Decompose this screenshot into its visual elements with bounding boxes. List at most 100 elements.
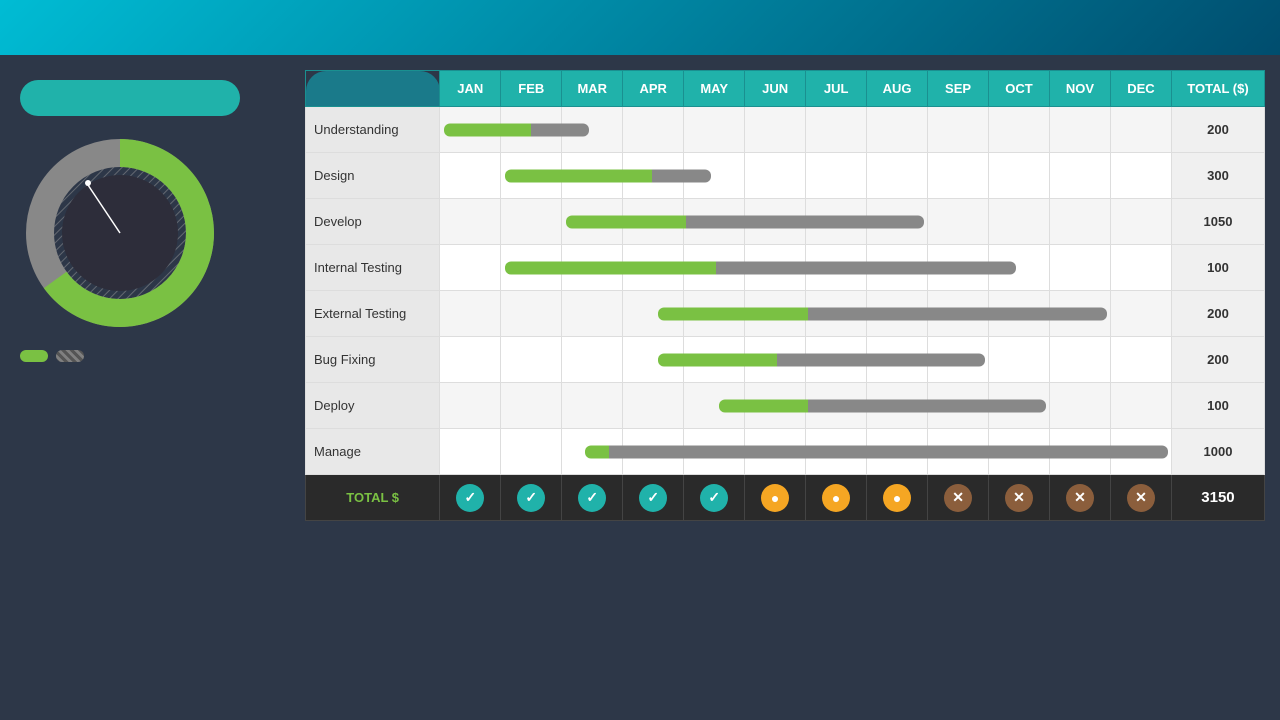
row-label: Deploy xyxy=(306,383,440,429)
month-cell-4 xyxy=(684,199,745,245)
month-cell-1 xyxy=(501,337,562,383)
gantt-row: External Testing200 xyxy=(306,291,1265,337)
month-cell-3 xyxy=(623,429,684,475)
progress-bar-top xyxy=(20,80,240,116)
row-total: 1000 xyxy=(1171,429,1264,475)
month-cell-7 xyxy=(867,107,928,153)
month-cell-7 xyxy=(867,383,928,429)
total-label: TOTAL $ xyxy=(306,475,440,521)
donut-chart xyxy=(20,133,220,333)
icon-circle-teal: ✓ xyxy=(578,484,606,512)
footer-icon-9: ✕ xyxy=(989,475,1050,521)
gantt-table: JAN FEB MAR APR MAY JUN JUL AUG SEP OCT … xyxy=(305,70,1265,521)
icon-circle-teal: ✓ xyxy=(700,484,728,512)
month-cell-11 xyxy=(1110,291,1171,337)
month-cell-1 xyxy=(501,429,562,475)
row-label: Design xyxy=(306,153,440,199)
month-cell-6 xyxy=(806,291,867,337)
month-cell-1 xyxy=(501,199,562,245)
month-cell-5 xyxy=(745,245,806,291)
icon-circle-brown: ✕ xyxy=(944,484,972,512)
total-row: TOTAL $✓✓✓✓✓●●●✕✕✕✕3150 xyxy=(306,475,1265,521)
month-cell-3 xyxy=(623,153,684,199)
month-cell-9 xyxy=(989,337,1050,383)
month-cell-6 xyxy=(806,337,867,383)
month-cell-3 xyxy=(623,199,684,245)
month-cell-4 xyxy=(684,153,745,199)
month-cell-8 xyxy=(928,291,989,337)
row-label: Understanding xyxy=(306,107,440,153)
row-label: Develop xyxy=(306,199,440,245)
month-cell-3 xyxy=(623,107,684,153)
row-label: Internal Testing xyxy=(306,245,440,291)
month-cell-9 xyxy=(989,291,1050,337)
month-oct: OCT xyxy=(989,71,1050,107)
month-cell-5 xyxy=(745,337,806,383)
year-header xyxy=(306,71,440,107)
left-panel xyxy=(20,70,285,705)
icon-circle-orange: ● xyxy=(761,484,789,512)
month-cell-9 xyxy=(989,153,1050,199)
month-cell-2 xyxy=(562,337,623,383)
month-cell-2 xyxy=(562,429,623,475)
month-cell-8 xyxy=(928,199,989,245)
footer-icon-3: ✓ xyxy=(623,475,684,521)
month-cell-3 xyxy=(623,383,684,429)
month-cell-2 xyxy=(562,383,623,429)
month-cell-4 xyxy=(684,383,745,429)
month-cell-1 xyxy=(501,245,562,291)
footer-icon-4: ✓ xyxy=(684,475,745,521)
month-cell-5 xyxy=(745,429,806,475)
icon-circle-brown: ✕ xyxy=(1127,484,1155,512)
month-cell-10 xyxy=(1050,337,1111,383)
gantt-header-row: JAN FEB MAR APR MAY JUN JUL AUG SEP OCT … xyxy=(306,71,1265,107)
month-cell-1 xyxy=(501,153,562,199)
month-cell-2 xyxy=(562,291,623,337)
month-cell-11 xyxy=(1110,429,1171,475)
month-cell-3 xyxy=(623,291,684,337)
row-total: 200 xyxy=(1171,291,1264,337)
total-header: TOTAL ($) xyxy=(1171,71,1264,107)
footer-icon-11: ✕ xyxy=(1110,475,1171,521)
month-cell-4 xyxy=(684,107,745,153)
month-cell-9 xyxy=(989,199,1050,245)
month-cell-8 xyxy=(928,153,989,199)
month-cell-6 xyxy=(806,107,867,153)
icon-circle-teal: ✓ xyxy=(639,484,667,512)
month-cell-10 xyxy=(1050,291,1111,337)
month-cell-2 xyxy=(562,107,623,153)
gantt-row: Bug Fixing200 xyxy=(306,337,1265,383)
row-total: 200 xyxy=(1171,337,1264,383)
month-cell-1 xyxy=(501,291,562,337)
icon-circle-orange: ● xyxy=(883,484,911,512)
icon-circle-brown: ✕ xyxy=(1005,484,1033,512)
month-cell-0 xyxy=(440,337,501,383)
month-cell-7 xyxy=(867,153,928,199)
month-cell-10 xyxy=(1050,429,1111,475)
footer-icon-6: ● xyxy=(806,475,867,521)
month-cell-4 xyxy=(684,337,745,383)
month-cell-7 xyxy=(867,291,928,337)
footer-icon-7: ● xyxy=(867,475,928,521)
icon-circle-orange: ● xyxy=(822,484,850,512)
month-cell-8 xyxy=(928,107,989,153)
month-cell-0 xyxy=(440,383,501,429)
icon-circle-teal: ✓ xyxy=(517,484,545,512)
row-total: 100 xyxy=(1171,383,1264,429)
row-label: Manage xyxy=(306,429,440,475)
month-jul: JUL xyxy=(806,71,867,107)
month-mar: MAR xyxy=(562,71,623,107)
month-cell-9 xyxy=(989,429,1050,475)
month-cell-6 xyxy=(806,153,867,199)
month-cell-0 xyxy=(440,153,501,199)
month-cell-11 xyxy=(1110,107,1171,153)
month-cell-2 xyxy=(562,245,623,291)
footer-icon-1: ✓ xyxy=(501,475,562,521)
month-cell-8 xyxy=(928,245,989,291)
legend-completed xyxy=(20,350,48,362)
month-cell-10 xyxy=(1050,383,1111,429)
month-cell-0 xyxy=(440,291,501,337)
month-cell-7 xyxy=(867,429,928,475)
month-cell-0 xyxy=(440,107,501,153)
month-cell-1 xyxy=(501,383,562,429)
